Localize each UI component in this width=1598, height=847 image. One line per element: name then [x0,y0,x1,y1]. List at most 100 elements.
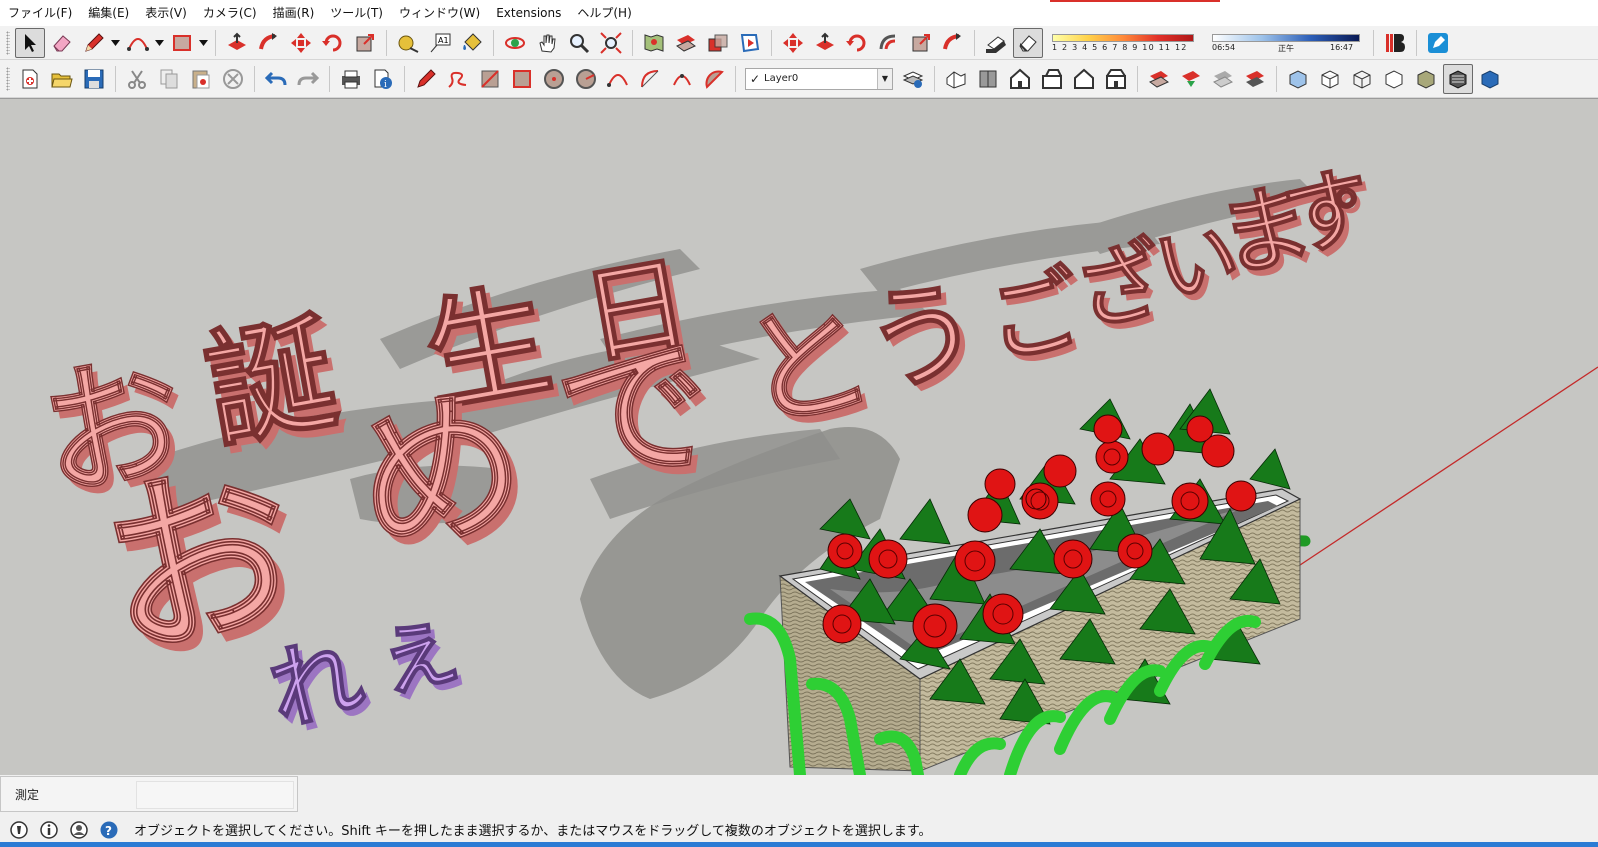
menu-extensions[interactable]: Extensions [488,0,569,26]
arc-button[interactable] [123,28,153,58]
move-2-button[interactable] [778,28,808,58]
view-front-button[interactable] [1005,64,1035,94]
pie-button[interactable] [699,64,729,94]
paste-button[interactable] [186,64,216,94]
paint-bucket-button[interactable] [457,28,487,58]
section-plane-button[interactable] [735,28,765,58]
view-top-button[interactable] [973,64,1003,94]
dropdown-arrow-icon [198,39,208,46]
view-back-button[interactable] [1069,64,1099,94]
position-camera-button[interactable] [639,28,669,58]
section-plane-2-button[interactable] [1144,64,1174,94]
push-pull-icon [816,32,834,50]
style-shaded-button[interactable] [1411,64,1441,94]
rotate-button[interactable] [318,28,348,58]
rotated-rectangle-button[interactable] [507,64,537,94]
style-hidden-line-button[interactable] [1379,64,1409,94]
arc-dropdown[interactable] [154,28,164,58]
style-xray-button[interactable] [1283,64,1313,94]
line-button[interactable] [411,64,441,94]
separator [215,29,216,56]
three-point-arc-button[interactable] [667,64,697,94]
circle-button[interactable] [539,64,569,94]
zoom-extents-button[interactable] [596,28,626,58]
polygon-button[interactable] [571,64,601,94]
push-pull-2-button[interactable] [810,28,840,58]
style-back-edges-button[interactable] [1315,64,1345,94]
new-model-button[interactable] [15,64,45,94]
style-wireframe-button[interactable] [1347,64,1377,94]
shadow-date-slider[interactable]: 1 2 3 4 5 6 7 8 9 10 11 12 [1050,28,1200,58]
follow-me-2-button[interactable] [938,28,968,58]
instructor-button[interactable]: ? [98,819,120,841]
redo-icon [297,71,320,85]
eraser-button[interactable] [47,28,77,58]
shadows-toggle-button[interactable] [981,28,1011,58]
credits-button[interactable] [38,819,60,841]
rectangle-dropdown[interactable] [198,28,208,58]
orbit-icon [505,36,525,49]
menu-file[interactable]: ファイル(F) [0,0,80,26]
menu-window[interactable]: ウィンドウ(W) [391,0,488,26]
shadow-time-slider[interactable]: 06:54 正午 16:47 [1212,28,1362,58]
menu-help[interactable]: ヘルプ(H) [569,0,639,26]
rectangle-button[interactable] [167,28,197,58]
geolocation-button[interactable] [8,819,30,841]
push-pull-button[interactable] [222,28,252,58]
follow-me-button[interactable] [254,28,284,58]
model-info-button[interactable]: i [368,64,398,94]
print-button[interactable] [336,64,366,94]
freehand-button[interactable] [443,64,473,94]
two-point-arc-button[interactable] [635,64,665,94]
rectangle-2-button[interactable] [475,64,505,94]
measurements-input[interactable] [136,781,294,809]
orbit-button[interactable] [500,28,530,58]
view-left-button[interactable] [1101,64,1131,94]
walk-button[interactable] [703,28,733,58]
user-account-button[interactable] [68,819,90,841]
undo-button[interactable] [261,64,291,94]
move-button[interactable] [286,28,316,58]
style-monochrome-button[interactable] [1475,64,1505,94]
tape-measure-button[interactable] [393,28,423,58]
pan-button[interactable] [532,28,562,58]
view-right-button[interactable] [1037,64,1067,94]
offset-button[interactable] [874,28,904,58]
pencil-dropdown[interactable] [110,28,120,58]
zoom-button[interactable] [564,28,594,58]
layer-manager-button[interactable] [898,64,928,94]
section-display-button[interactable] [1176,64,1206,94]
house-right-icon [1042,68,1062,89]
layer-dropdown[interactable]: ✓ Layer0 ▼ [745,67,893,90]
erase-button[interactable] [218,64,248,94]
toolbar-grip[interactable] [6,66,10,91]
view-iso-button[interactable] [941,64,971,94]
redo-button[interactable] [293,64,323,94]
copy-button[interactable] [154,64,184,94]
scale-2-button[interactable] [906,28,936,58]
pencil-button[interactable] [79,28,109,58]
menu-view[interactable]: 表示(V) [137,0,195,26]
style-textures-button[interactable] [1443,63,1473,94]
scale-button[interactable] [350,28,380,58]
section-cuts-button[interactable] [1208,64,1238,94]
zoom-extents-icon [600,31,622,54]
text-tool-button[interactable]: A1 [425,28,455,58]
save-model-button[interactable] [79,64,109,94]
cut-button[interactable] [122,64,152,94]
fog-toggle-button[interactable] [1013,27,1043,58]
menu-camera[interactable]: カメラ(C) [195,0,265,26]
style-builder-button[interactable] [1423,28,1453,58]
model-viewport[interactable]: お お 誕 誕 生 生 日 日 お お め め で で と と う う ご ご … [0,98,1598,775]
rotate-2-button[interactable] [842,28,872,58]
arc-2-button[interactable] [603,64,633,94]
select-tool-button[interactable] [15,27,45,58]
dynamic-components-button[interactable] [1380,28,1410,58]
menu-tools[interactable]: ツール(T) [322,0,391,26]
open-model-button[interactable] [47,64,77,94]
look-around-button[interactable] [671,28,701,58]
toolbar-grip[interactable] [6,30,10,55]
menu-draw[interactable]: 描画(R) [265,0,323,26]
section-fill-button[interactable] [1240,64,1270,94]
menu-edit[interactable]: 編集(E) [80,0,137,26]
